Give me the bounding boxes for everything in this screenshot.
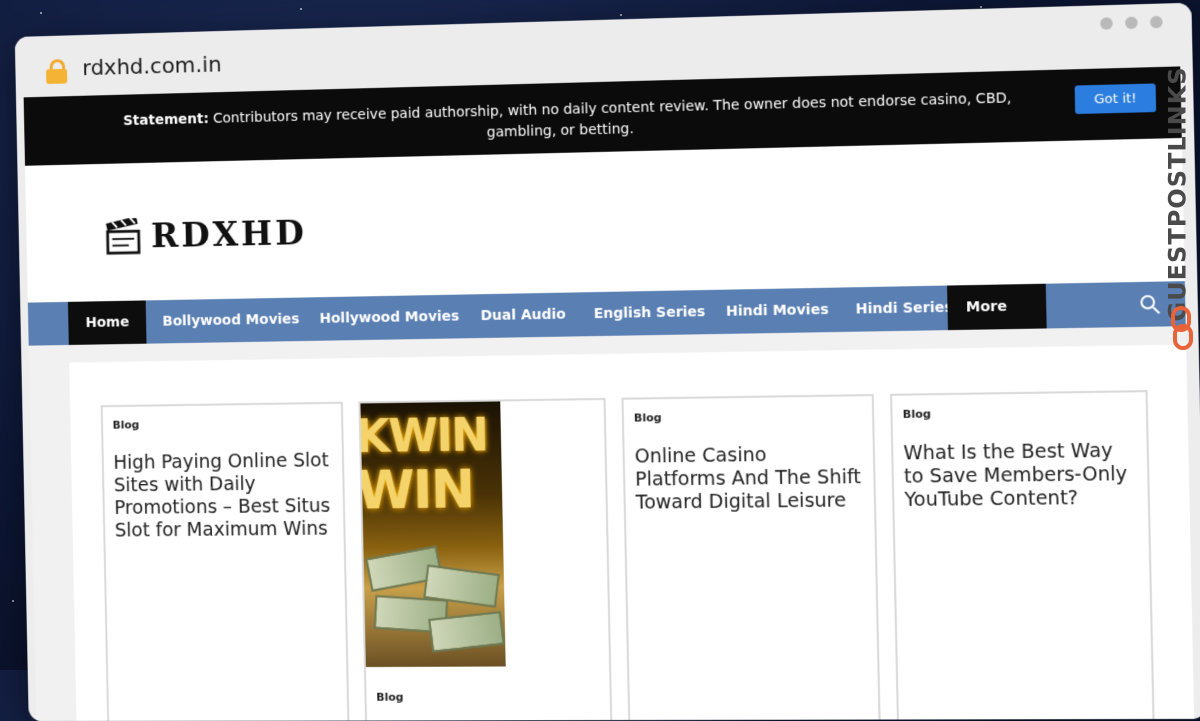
watermark-text: GUESTPOSTLINKS xyxy=(1164,66,1192,321)
search-icon[interactable] xyxy=(1137,292,1162,317)
address-bar-url[interactable]: rdxhd.com.in xyxy=(82,53,222,81)
post-title[interactable]: What Is the Best Way to Save Members-Onl… xyxy=(903,439,1135,512)
nav-item-dual-audio[interactable]: Dual Audio xyxy=(462,292,584,338)
nav-more-label: More xyxy=(966,299,1007,316)
post-card[interactable]: Blog Online Casino Platforms And The Shi… xyxy=(621,394,880,721)
lock-icon xyxy=(46,59,67,81)
post-card[interactable]: KWIN WIN Blog xyxy=(358,398,612,721)
notice-message: Contributors may receive paid authorship… xyxy=(213,90,1012,140)
site-logo[interactable]: RDXHD xyxy=(105,213,308,257)
post-category[interactable]: Blog xyxy=(903,407,931,421)
logo-text: RDXHD xyxy=(151,213,308,256)
nav-item-hindi-movies[interactable]: Hindi Movies xyxy=(707,287,847,334)
post-category[interactable]: Blog xyxy=(376,691,403,704)
page-viewport: Statement: Contributors may receive paid… xyxy=(24,66,1195,721)
clapperboard-icon xyxy=(105,218,142,256)
post-card[interactable]: Blog What Is the Best Way to Save Member… xyxy=(890,390,1155,721)
image-text-kwin: KWIN xyxy=(360,408,487,463)
notice-label: Statement: xyxy=(123,111,209,129)
post-image[interactable]: KWIN WIN xyxy=(360,401,505,667)
browser-window: rdxhd.com.in Statement: Contributors may… xyxy=(15,3,1200,721)
post-category[interactable]: Blog xyxy=(113,418,140,431)
nav-more-button[interactable]: More ⌄ xyxy=(947,284,1047,330)
window-dot-icon[interactable] xyxy=(1100,17,1113,30)
post-title[interactable]: Online Casino Platforms And The Shift To… xyxy=(634,443,861,515)
got-it-button[interactable]: Got it! xyxy=(1075,83,1157,114)
browser-scene: rdxhd.com.in Statement: Contributors may… xyxy=(15,2,1200,721)
nav-item-bollywood-movies[interactable]: Bollywood Movies xyxy=(145,297,318,343)
chain-link-icon xyxy=(1170,306,1194,350)
post-title[interactable]: High Paying Online Slot Sites with Daily… xyxy=(113,449,332,542)
post-category[interactable]: Blog xyxy=(634,411,662,424)
site-header: RDXHD xyxy=(25,138,1185,303)
image-text-win: WIN xyxy=(360,458,473,522)
nav-item-hollywood-movies[interactable]: Hollywood Movies xyxy=(302,294,478,341)
notice-text: Statement: Contributors may receive paid… xyxy=(91,87,1047,153)
window-dot-icon[interactable] xyxy=(1150,16,1163,29)
window-dot-icon[interactable] xyxy=(1125,17,1138,30)
post-card[interactable]: Blog High Paying Online Slot Sites with … xyxy=(101,402,350,721)
nav-item-english-series[interactable]: English Series xyxy=(575,290,724,337)
nav-item-home[interactable]: Home xyxy=(68,300,147,345)
content-area: Blog High Paying Online Slot Sites with … xyxy=(69,344,1194,721)
window-controls xyxy=(1100,16,1163,30)
